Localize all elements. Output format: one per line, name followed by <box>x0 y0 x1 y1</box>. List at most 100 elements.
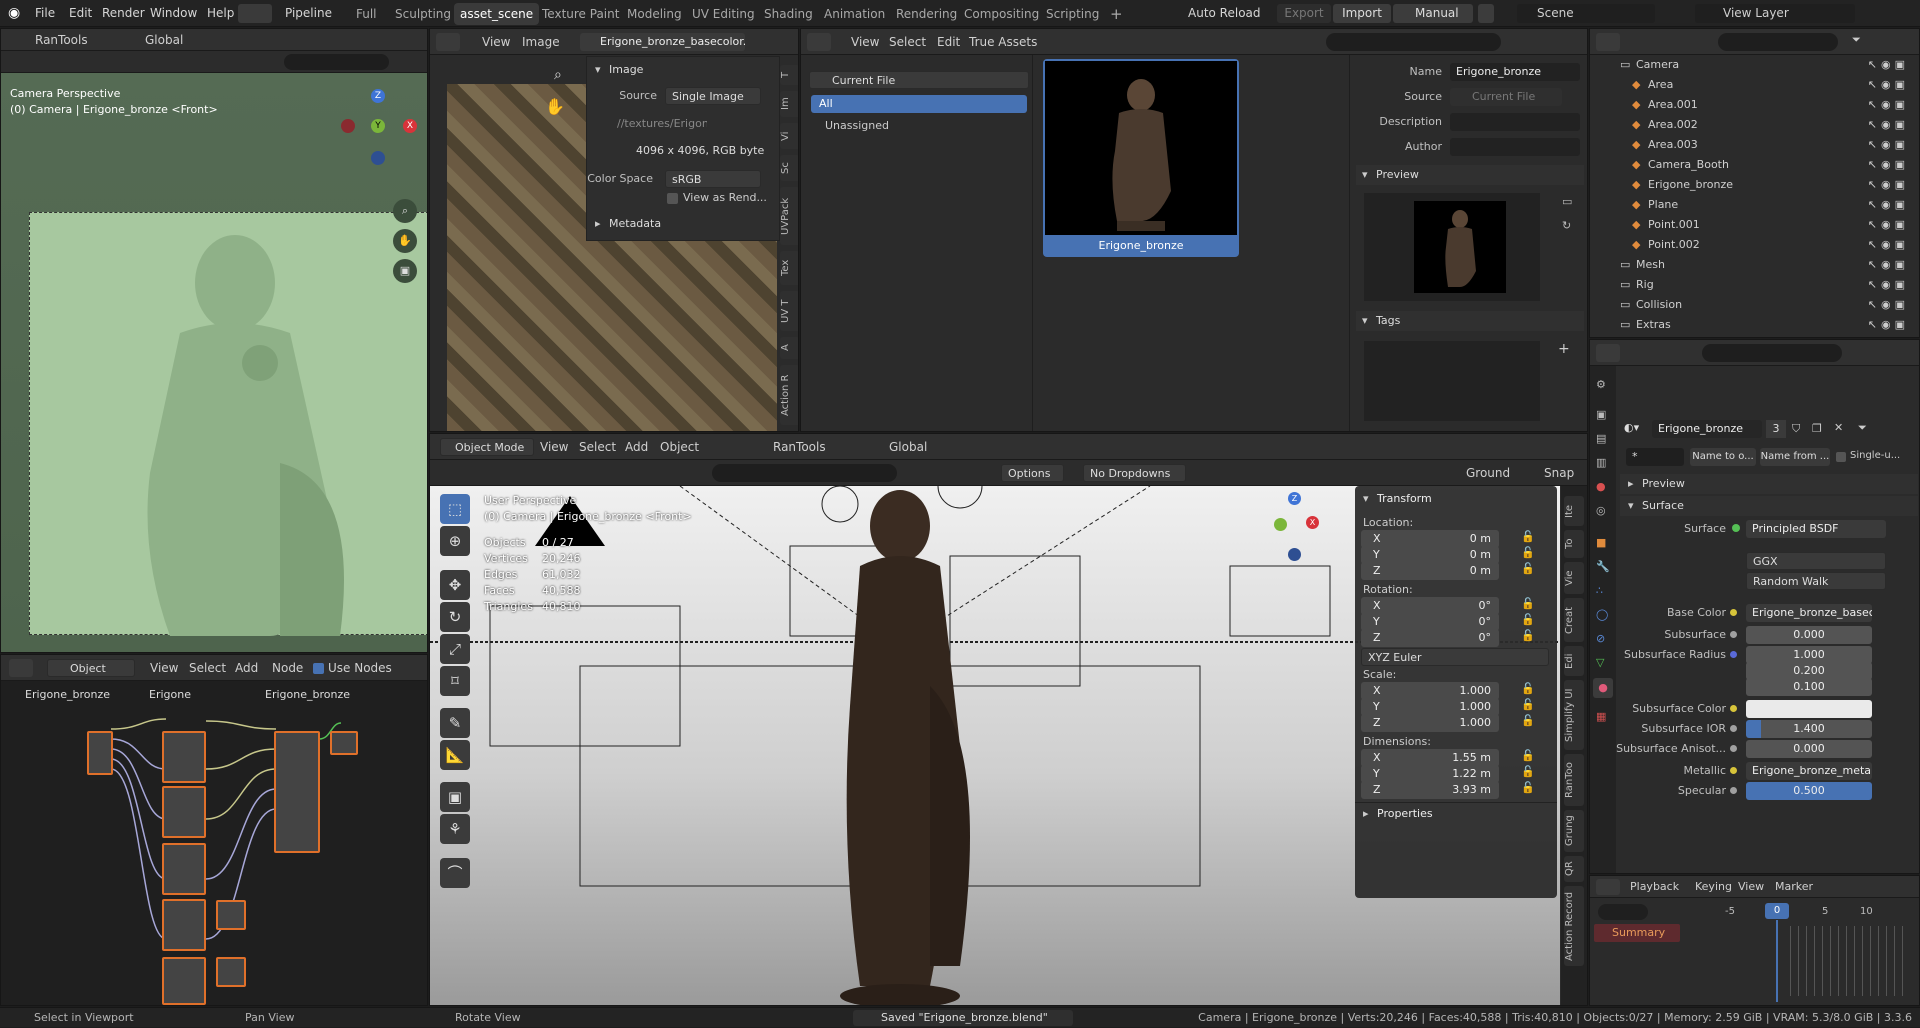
editor-type-icon[interactable] <box>9 659 33 677</box>
breadcrumb-mesh[interactable]: Erigone <box>149 688 191 701</box>
use-nodes-checkbox[interactable] <box>313 663 324 674</box>
source-dropdown[interactable]: Single Image <box>665 87 761 105</box>
material-input-field[interactable]: 0.000 <box>1746 740 1872 758</box>
material-input-field[interactable]: 0.000 <box>1746 626 1872 644</box>
pan-hand-icon[interactable]: ✋ <box>393 229 417 253</box>
rantools-dropdown[interactable]: RanTools <box>773 438 826 456</box>
menu-view[interactable]: View <box>1738 878 1764 896</box>
menu-view[interactable]: View <box>150 659 178 677</box>
menu-edit[interactable]: Edit <box>69 0 92 27</box>
menu-object[interactable]: Object <box>660 438 699 456</box>
menu-edit[interactable]: Edit <box>937 33 960 51</box>
description-field[interactable] <box>1450 113 1580 131</box>
tab-rendering[interactable]: Rendering <box>890 3 963 25</box>
shader-node[interactable] <box>162 731 206 783</box>
add-cube-tool[interactable]: ▣ <box>440 782 470 812</box>
timeline[interactable]: Playback Keying View Marker Summary -5 0… <box>1589 875 1920 1006</box>
material-input-field[interactable]: Erigone_bronze_metalli... <box>1746 762 1872 780</box>
material-input-field[interactable]: 1.400 <box>1746 720 1872 738</box>
cursor-tool[interactable]: ⊕ <box>440 526 470 556</box>
catalog-unassigned[interactable]: Unassigned <box>825 117 889 135</box>
visibility-toggles-icon[interactable]: ↖◉▣ <box>1868 235 1909 255</box>
menu-playback[interactable]: Playback <box>1630 878 1679 896</box>
single-user-checkbox[interactable] <box>1836 452 1846 462</box>
modifier-tab-icon[interactable]: 🔧 <box>1596 560 1610 573</box>
surface-section[interactable]: ▾ Surface <box>1620 496 1918 516</box>
shader-node[interactable] <box>162 786 206 838</box>
tab-texture-paint[interactable]: Texture Paint <box>536 3 625 25</box>
visibility-toggles-icon[interactable]: ↖◉▣ <box>1868 135 1909 155</box>
visibility-toggles-icon[interactable]: ↖◉▣ <box>1868 195 1909 215</box>
side-tab-vi[interactable]: Vi <box>780 123 798 149</box>
navigation-gizmo[interactable]: Z Y X <box>341 89 417 169</box>
viewport-search-input[interactable] <box>712 464 897 482</box>
material-output-node[interactable] <box>330 731 358 755</box>
shader-node[interactable] <box>162 899 206 951</box>
side-tab-uvt[interactable]: UV T <box>780 291 798 331</box>
menu-help[interactable]: Help <box>207 0 234 27</box>
subsurface-method-dropdown[interactable]: Random Walk <box>1746 572 1886 590</box>
object-tab-icon[interactable]: ■ <box>1596 536 1606 549</box>
zoom-icon[interactable]: ⌕ <box>554 67 562 83</box>
duplicate-icon[interactable]: ❐ <box>1812 422 1822 435</box>
orientation-dropdown[interactable]: Global <box>889 438 927 456</box>
menu-pipeline[interactable]: Pipeline <box>285 0 332 27</box>
side-tab-tex[interactable]: Tex <box>780 251 798 285</box>
menu-marker[interactable]: Marker <box>1775 878 1813 896</box>
side-tab-im[interactable]: Im <box>780 91 798 117</box>
scene-tab-icon[interactable]: ● <box>1596 480 1606 493</box>
manual-button[interactable]: Manual <box>1393 4 1473 23</box>
import-button[interactable]: Import <box>1333 4 1391 23</box>
preview-section[interactable]: ▸ Preview <box>1620 474 1918 494</box>
lock-icon[interactable]: 🔓 <box>1521 714 1535 727</box>
asset-tile[interactable]: Erigone_bronze <box>1043 59 1239 257</box>
rantools-dropdown[interactable]: RanTools <box>35 31 88 49</box>
data-tab-icon[interactable]: ▽ <box>1596 656 1604 669</box>
scene-browse-icon[interactable] <box>1478 4 1494 23</box>
saved-notification[interactable]: Saved "Erigone_bronze.blend" <box>853 1010 1073 1026</box>
side-tab-qr[interactable]: QR <box>1564 856 1584 882</box>
editor-type-icon[interactable] <box>807 33 831 51</box>
bump-node[interactable] <box>216 957 246 987</box>
surface-shader-field[interactable]: Principled BSDF <box>1746 520 1886 538</box>
current-frame-indicator[interactable]: 0 <box>1765 903 1789 919</box>
shader-node[interactable] <box>87 731 113 775</box>
menu-view[interactable]: View <box>482 33 510 51</box>
menu-keying[interactable]: Keying <box>1695 878 1732 896</box>
outliner[interactable]: ⏷ ▭ Camera ↖◉▣ ◆ Area ↖◉▣ ◆ Area.001 ↖◉▣ ◆ Area.00… <box>1589 28 1920 338</box>
socket-icon[interactable] <box>1730 609 1737 616</box>
editor-type-icon[interactable] <box>436 33 460 51</box>
side-tab-tool[interactable]: To <box>1564 530 1584 558</box>
side-tab-t[interactable]: T <box>780 65 798 85</box>
tab-animation[interactable]: Animation <box>818 3 891 25</box>
properties-subpanel[interactable]: ▸ Properties <box>1355 802 1557 822</box>
measure-tool[interactable]: 📐 <box>440 740 470 770</box>
material-input-field[interactable]: Erigone_bronze_basecol... <box>1746 604 1872 622</box>
menu-add[interactable]: Add <box>235 659 258 677</box>
tags-section[interactable]: ▾ Tags <box>1356 311 1584 331</box>
bronze-statue[interactable] <box>810 486 990 1006</box>
editor-type-icon[interactable] <box>1596 33 1620 51</box>
author-field[interactable] <box>1450 138 1580 156</box>
menu-view[interactable]: View <box>540 438 568 456</box>
socket-icon[interactable] <box>1730 767 1737 774</box>
outliner-row[interactable]: ◆ Area ↖◉▣ <box>1590 75 1919 95</box>
tab-compositing[interactable]: Compositing <box>958 3 1045 25</box>
zoom-icon[interactable]: ⌕ <box>393 199 417 223</box>
metadata-section[interactable]: Metadata <box>609 217 661 230</box>
lock-icon[interactable]: 🔓 <box>1521 682 1535 695</box>
view-layer-tab-icon[interactable]: ▥ <box>1596 456 1606 469</box>
visibility-toggles-icon[interactable]: ↖◉▣ <box>1868 55 1909 75</box>
visibility-toggles-icon[interactable]: ↖◉▣ <box>1868 75 1909 95</box>
visibility-toggles-icon[interactable]: ↖◉▣ <box>1868 95 1909 115</box>
socket-icon[interactable] <box>1730 725 1737 732</box>
menu-true-assets[interactable]: True Assets <box>969 33 1037 51</box>
side-tab-action-record[interactable]: Action Record <box>1564 886 1584 966</box>
visibility-toggles-icon[interactable]: ↖◉▣ <box>1868 275 1909 295</box>
no-dropdowns-dropdown[interactable]: No Dropdowns <box>1083 464 1186 482</box>
world-tab-icon[interactable]: ◎ <box>1596 504 1606 517</box>
lock-icon[interactable]: 🔓 <box>1521 698 1535 711</box>
add-tag-icon[interactable]: + <box>1558 341 1570 357</box>
breadcrumb-object[interactable]: Erigone_bronze <box>25 688 110 701</box>
properties-editor[interactable]: ⚙ ▣ ▤ ▥ ● ◎ ■ 🔧 ∴ ◯ ⊘ ▽ ● ▦ ◐▾ Erigone_b… <box>1589 339 1920 874</box>
